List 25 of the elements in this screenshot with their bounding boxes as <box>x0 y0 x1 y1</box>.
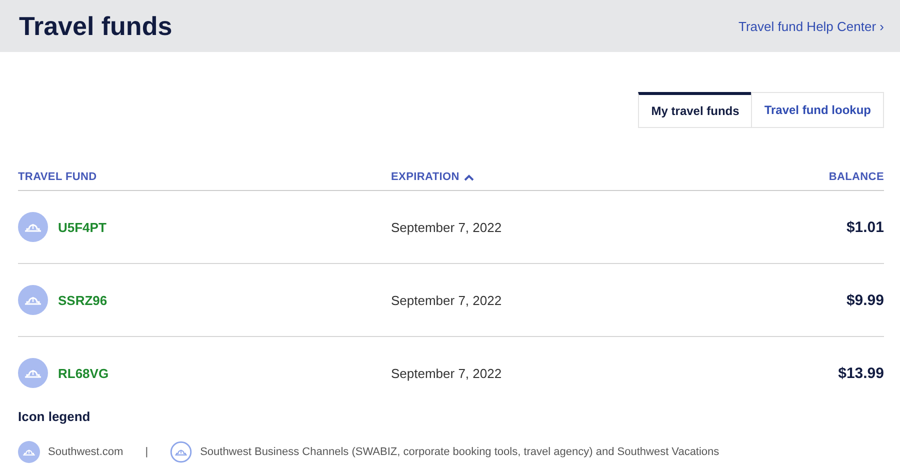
fund-icon <box>170 441 192 463</box>
fund-icon <box>18 441 40 463</box>
column-header[interactable]: TRAVEL FUND <box>18 171 97 183</box>
fund-icon <box>18 285 48 315</box>
fund-code[interactable]: U5F4PT <box>58 220 106 234</box>
balance-amount: $1.01 <box>846 218 884 236</box>
expiration-date: September 7, 2022 <box>391 366 503 380</box>
balance-amount: $13.99 <box>838 364 884 382</box>
legend-title: Icon legend <box>18 409 92 424</box>
fund-code[interactable]: RL68VG <box>58 366 109 380</box>
tab[interactable]: My travel funds <box>638 92 752 128</box>
column-header[interactable]: EXPIRATION <box>391 171 474 183</box>
column-header[interactable]: BALANCE <box>828 171 884 183</box>
expiration-date: September 7, 2022 <box>391 292 503 308</box>
legend-label: Southwest Business Channels (SWABIZ, corporate booking tools, travel agency) and Southwest Vacations <box>200 446 720 458</box>
tab[interactable]: Travel fund lookup <box>751 92 884 128</box>
fund-icon <box>18 358 48 388</box>
legend-separator: | <box>145 446 148 458</box>
balance-amount: $9.99 <box>846 292 884 308</box>
fund-code[interactable]: SSRZ96 <box>58 292 108 308</box>
legend-label: Southwest.com <box>48 446 124 458</box>
expiration-date: September 7, 2022 <box>391 220 503 234</box>
fund-icon <box>18 212 48 242</box>
help-center-link[interactable]: Travel fund Help Center › <box>738 18 884 34</box>
page-title: Travel funds <box>19 10 172 42</box>
